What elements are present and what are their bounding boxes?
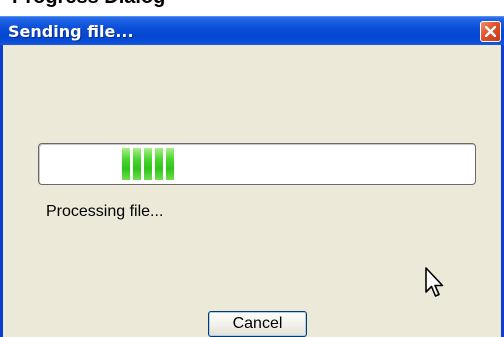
cropped-heading: Progress Dialog bbox=[0, 0, 504, 16]
cancel-button[interactable]: Cancel bbox=[208, 311, 307, 337]
progress-block bbox=[144, 148, 152, 180]
dialog-title: Sending file... bbox=[8, 22, 134, 41]
progress-block bbox=[122, 148, 130, 180]
screenshot: Progress Dialog Sending file... Processi… bbox=[0, 0, 504, 337]
progress-block bbox=[155, 148, 163, 180]
title-bar[interactable]: Sending file... bbox=[0, 16, 504, 45]
progress-bar bbox=[38, 143, 476, 185]
progress-block bbox=[133, 148, 141, 180]
close-button[interactable] bbox=[480, 21, 501, 42]
progress-block bbox=[166, 148, 174, 180]
status-text: Processing file... bbox=[46, 203, 164, 220]
cropped-heading-text: Progress Dialog bbox=[12, 0, 165, 9]
progress-marquee bbox=[122, 148, 174, 180]
close-x-icon bbox=[485, 26, 496, 37]
mouse-pointer-icon bbox=[425, 267, 444, 297]
